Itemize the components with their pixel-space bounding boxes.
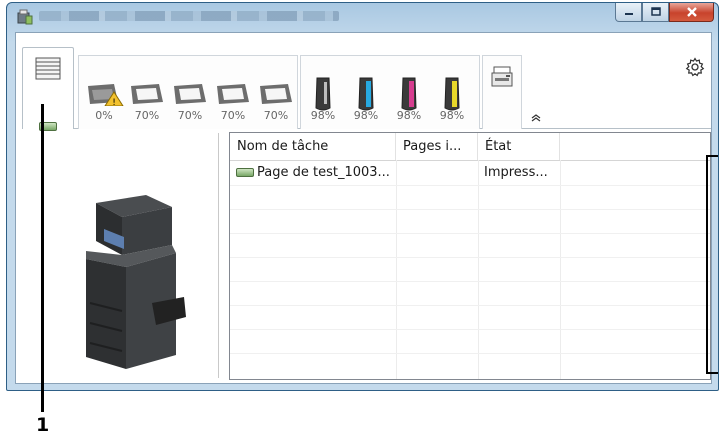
print-queue-icon <box>35 57 61 80</box>
window-title <box>39 11 339 21</box>
toner-level: 98% <box>439 109 465 122</box>
toner-yellow-icon <box>442 76 462 111</box>
client-area: ! 0% 70% 70% 70% 70% 98% 98% 98% 98% Nom… <box>15 32 712 384</box>
job-list[interactable]: Nom de tâche Pages i... État Page de tes… <box>229 132 711 380</box>
callout-bracket-bottom <box>706 372 718 374</box>
tray-warning-icon: ! <box>86 82 124 108</box>
row-divider <box>230 353 710 354</box>
mfp-device-icon <box>491 66 513 87</box>
toner-black-icon <box>313 76 333 111</box>
job-status-cell: Impress... <box>484 165 548 180</box>
column-divider <box>396 160 397 379</box>
column-header-job-name[interactable]: Nom de tâche <box>230 133 396 160</box>
column-header-status[interactable]: État <box>478 133 560 160</box>
row-divider <box>230 233 710 234</box>
app-icon <box>17 9 33 25</box>
maximize-button[interactable] <box>642 3 669 22</box>
column-divider <box>560 160 561 379</box>
table-row[interactable]: Page de test_1003... Impress... <box>230 161 710 185</box>
close-button[interactable] <box>669 3 714 22</box>
toner-cyan-icon <box>356 76 376 111</box>
column-header-pages[interactable]: Pages i... <box>396 133 478 160</box>
tray-level: 70% <box>177 109 203 122</box>
device-group[interactable] <box>482 55 522 129</box>
tray-level: 70% <box>263 109 289 122</box>
tray-icon <box>129 82 163 104</box>
maximize-icon <box>650 7 661 16</box>
column-divider <box>478 160 479 379</box>
tray-level: 0% <box>95 109 113 122</box>
row-divider <box>230 305 710 306</box>
tray-level: 70% <box>220 109 246 122</box>
job-pages-cell <box>402 161 476 185</box>
status-toolbar: ! 0% 70% 70% 70% 70% 98% 98% 98% 98% <box>16 33 711 131</box>
svg-text:!: ! <box>112 98 116 106</box>
toner-level: 98% <box>310 109 336 122</box>
job-name-cell: Page de test_1003... <box>236 161 394 185</box>
tray-icon <box>258 82 292 104</box>
toner-level: 98% <box>396 109 422 122</box>
callout-bracket-top <box>706 155 718 157</box>
toner-group[interactable]: 98% 98% 98% 98% <box>300 55 480 129</box>
row-divider <box>230 209 710 210</box>
toner-magenta-icon <box>399 76 419 111</box>
callout-bracket <box>706 155 708 374</box>
printer-image <box>86 195 186 369</box>
status-monitor-window: ! 0% 70% 70% 70% 70% 98% 98% 98% 98% Nom… <box>6 2 719 391</box>
gear-icon[interactable] <box>685 57 705 77</box>
tray-level: 70% <box>134 109 160 122</box>
double-chevron-up-icon[interactable] <box>531 114 541 125</box>
row-divider <box>230 281 710 282</box>
tab-print-queue[interactable] <box>22 47 74 131</box>
callout-leader-line <box>41 104 44 412</box>
minimize-icon <box>624 13 633 15</box>
close-icon <box>686 7 697 17</box>
title-bar[interactable] <box>7 3 718 31</box>
tray-icon <box>172 82 206 104</box>
minimize-button[interactable] <box>615 3 642 22</box>
job-name-text: Page de test_1003... <box>257 165 390 180</box>
row-divider <box>230 329 710 330</box>
row-divider <box>230 257 710 258</box>
printing-indicator-icon <box>236 168 254 177</box>
paper-tray-group[interactable]: ! 0% 70% 70% 70% 70% <box>78 55 298 129</box>
pane-splitter[interactable] <box>218 133 219 378</box>
tray-icon <box>215 82 249 104</box>
toner-level: 98% <box>353 109 379 122</box>
callout-number: 1 <box>36 414 50 436</box>
job-list-header: Nom de tâche Pages i... État <box>230 133 710 161</box>
row-divider <box>230 185 710 186</box>
